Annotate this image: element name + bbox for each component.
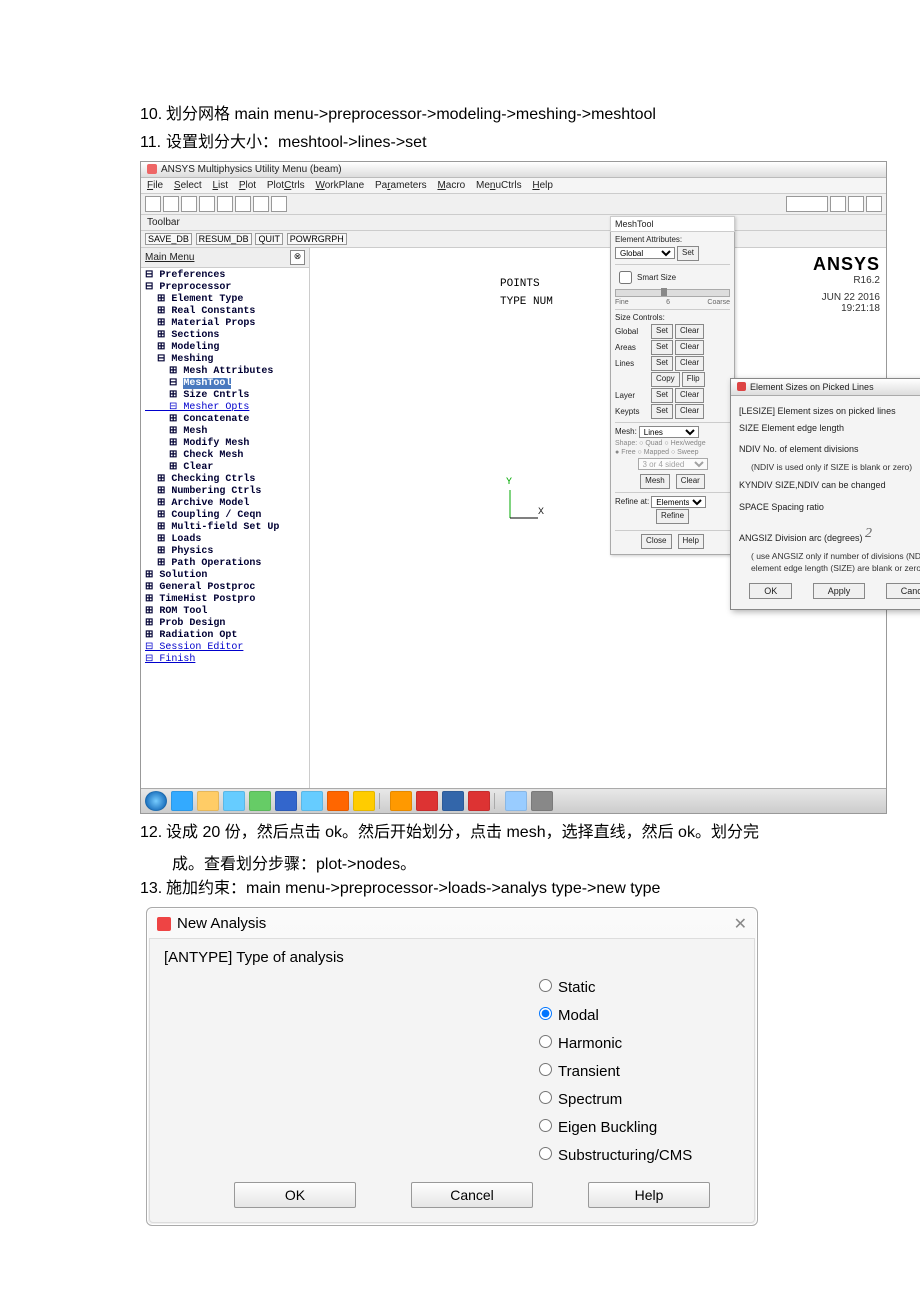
refine-at-select[interactable]: Elements xyxy=(651,496,706,508)
step-12-cont: 成。查看划分步骤：plot->nodes。 xyxy=(172,850,820,874)
meshtool-help-button[interactable]: Help xyxy=(678,534,704,549)
tool-icon[interactable] xyxy=(163,196,179,212)
step-12: 12.设成 20 份，然后点击 ok。然后开始划分，点击 mesh，选择直线，然… xyxy=(140,822,820,844)
ansys-logo-icon xyxy=(147,164,157,174)
btn-quit[interactable]: QUIT xyxy=(255,233,283,245)
taskbar-icon[interactable] xyxy=(171,791,193,811)
menu-workplane[interactable]: WorkPlane xyxy=(315,180,364,191)
window-titlebar: ANSYS Multiphysics Utility Menu (beam) xyxy=(141,162,886,178)
taskbar-icon[interactable] xyxy=(531,791,553,811)
taskbar-icon[interactable] xyxy=(249,791,271,811)
ansys-logo-icon xyxy=(737,382,746,391)
taskbar-icon[interactable] xyxy=(505,791,527,811)
smartsize-slider[interactable] xyxy=(615,289,730,297)
attr-scope-select[interactable]: Global xyxy=(615,247,675,259)
btn-resum-db[interactable]: RESUM_DB xyxy=(196,233,252,245)
main-menu-header: Main Menu ⊗ xyxy=(141,248,309,268)
menu-select[interactable]: Select xyxy=(174,180,202,191)
taskbar-icon[interactable] xyxy=(468,791,490,811)
tool-icon[interactable] xyxy=(145,196,161,212)
btn-powrgrph[interactable]: POWRGRPH xyxy=(287,233,347,245)
btn-save-db[interactable]: SAVE_DB xyxy=(145,233,192,245)
taskbar-icon[interactable] xyxy=(327,791,349,811)
opt-spectrum[interactable]: Spectrum xyxy=(534,1088,740,1108)
taskbar-icon[interactable] xyxy=(223,791,245,811)
tool-icon[interactable] xyxy=(786,196,828,212)
taskbar xyxy=(141,788,886,813)
menu-help[interactable]: Help xyxy=(532,180,553,191)
ansys-brand: ANSYS R16.2 JUN 22 2016 19:21:18 xyxy=(813,254,880,314)
menu-plot[interactable]: Plot xyxy=(239,180,256,191)
tool-icon[interactable] xyxy=(217,196,233,212)
menu-menuctrls[interactable]: MenuCtrls xyxy=(476,180,522,191)
taskbar-icon[interactable] xyxy=(390,791,412,811)
tool-icon[interactable] xyxy=(830,196,846,212)
antype-label: [ANTYPE] Type of analysis xyxy=(164,949,740,966)
refine-button[interactable]: Refine xyxy=(656,509,689,524)
taskbar-icon[interactable] xyxy=(301,791,323,811)
es-ok-button[interactable]: OK xyxy=(749,583,792,599)
close-icon[interactable]: ✕ xyxy=(734,914,747,934)
tree-selected-meshtool: MeshTool xyxy=(183,378,231,389)
mesh-clear-button[interactable]: Clear xyxy=(676,474,705,489)
smartsize-checkbox[interactable] xyxy=(619,271,632,284)
newdlg-cancel-button[interactable]: Cancel xyxy=(411,1182,533,1208)
window-title: ANSYS Multiphysics Utility Menu (beam) xyxy=(161,164,342,175)
newdlg-help-button[interactable]: Help xyxy=(588,1182,710,1208)
canvas-points-label: POINTS xyxy=(500,278,540,290)
menu-parameters[interactable]: Parameters xyxy=(375,180,427,191)
menu-plotctrls[interactable]: PlotCtrls xyxy=(267,180,305,191)
step-10: 10.划分网格 main menu->preprocessor->modelin… xyxy=(140,104,820,126)
toolbar-label: Toolbar xyxy=(141,215,886,231)
meshtool-title: MeshTool xyxy=(610,216,735,232)
attr-set-button[interactable]: Set xyxy=(677,246,699,261)
opt-eigen[interactable]: Eigen Buckling xyxy=(534,1116,740,1136)
menu-bar: File Select List Plot PlotCtrls WorkPlan… xyxy=(141,178,886,194)
graphics-canvas: POINTS TYPE NUM Y X ANSYS R16.2 JUN 22 2… xyxy=(310,248,886,788)
opt-static[interactable]: Static xyxy=(534,976,740,996)
icon-toolbar xyxy=(141,194,886,215)
newdlg-title: New Analysis xyxy=(177,915,266,932)
opt-substruct[interactable]: Substructuring/CMS xyxy=(534,1144,740,1164)
opt-modal[interactable]: Modal xyxy=(534,1004,740,1024)
es-apply-button[interactable]: Apply xyxy=(813,583,866,599)
menu-macro[interactable]: Macro xyxy=(437,180,465,191)
tool-icon[interactable] xyxy=(181,196,197,212)
tool-icon[interactable] xyxy=(848,196,864,212)
mesh-target-select[interactable]: Lines xyxy=(639,426,699,438)
step-11: 11.设置划分大小：meshtool->lines->set xyxy=(140,132,820,154)
es-cancel-button[interactable]: Cancel xyxy=(886,583,920,599)
tool-icon[interactable] xyxy=(271,196,287,212)
taskbar-icon[interactable] xyxy=(145,791,167,811)
tool-icon[interactable] xyxy=(253,196,269,212)
ansys-window: ANSYS Multiphysics Utility Menu (beam) F… xyxy=(140,161,887,814)
element-sizes-dialog: Element Sizes on Picked Lines [LESIZE] E… xyxy=(730,378,920,610)
collapse-icon[interactable]: ⊗ xyxy=(290,250,305,265)
opt-transient[interactable]: Transient xyxy=(534,1060,740,1080)
taskbar-icon[interactable] xyxy=(442,791,464,811)
taskbar-icon[interactable] xyxy=(197,791,219,811)
tool-icon[interactable] xyxy=(235,196,251,212)
new-analysis-dialog: New Analysis ✕ [ANTYPE] Type of analysis… xyxy=(146,907,758,1226)
main-menu-tree[interactable]: ⊟ Preferences ⊟ Preprocessor ⊞ Element T… xyxy=(141,268,309,788)
newdlg-ok-button[interactable]: OK xyxy=(234,1182,356,1208)
toolbar-buttons: SAVE_DB RESUM_DB QUIT POWRGRPH xyxy=(141,231,886,248)
menu-list[interactable]: List xyxy=(212,180,228,191)
tool-icon[interactable] xyxy=(199,196,215,212)
mesh-button[interactable]: Mesh xyxy=(640,474,670,489)
meshtool-panel: MeshTool Element Attributes: Global Set … xyxy=(610,216,735,555)
meshtool-close-button[interactable]: Close xyxy=(641,534,671,549)
taskbar-icon[interactable] xyxy=(275,791,297,811)
ansys-logo-icon xyxy=(157,917,171,931)
menu-file[interactable]: File xyxy=(147,180,163,191)
opt-harmonic[interactable]: Harmonic xyxy=(534,1032,740,1052)
canvas-typenum-label: TYPE NUM xyxy=(500,296,553,308)
esdlg-titlebar: Element Sizes on Picked Lines xyxy=(731,379,920,396)
tool-icon[interactable] xyxy=(866,196,882,212)
page-number: 2 xyxy=(865,526,872,542)
step-13: 13.施加约束：main menu->preprocessor->loads->… xyxy=(140,878,820,900)
analysis-type-options: Static Modal Harmonic Transient Spectrum… xyxy=(534,976,740,1164)
taskbar-icon[interactable] xyxy=(353,791,375,811)
taskbar-icon[interactable] xyxy=(416,791,438,811)
